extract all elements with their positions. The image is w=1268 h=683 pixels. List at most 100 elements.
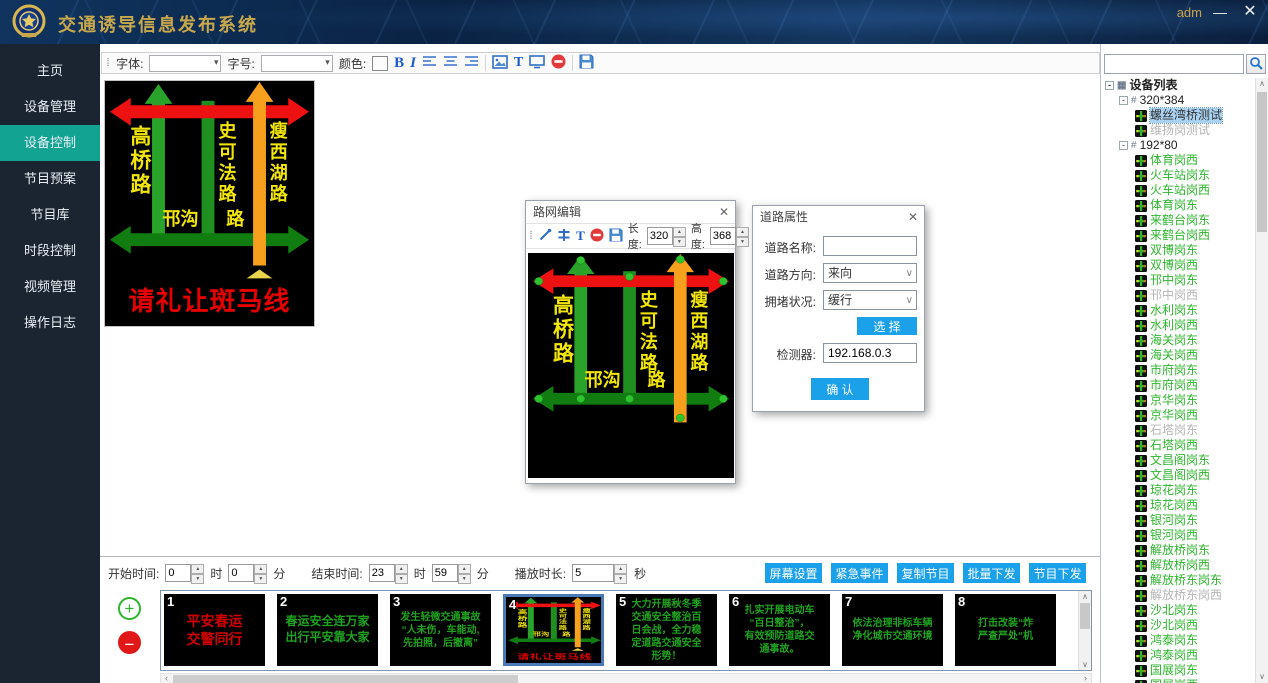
device-tree-item[interactable]: 鸿泰岗东 bbox=[1103, 633, 1254, 648]
font-family-select[interactable]: ▾ bbox=[149, 55, 221, 72]
device-tree-item[interactable]: 水利岗东 bbox=[1103, 303, 1254, 318]
detector-input[interactable] bbox=[823, 343, 917, 363]
device-tree-item[interactable]: 国展岗东 bbox=[1103, 663, 1254, 678]
start-minute-input[interactable] bbox=[228, 564, 254, 582]
device-tree-item[interactable]: 琼花岗西 bbox=[1103, 498, 1254, 513]
insert-text-icon[interactable]: T bbox=[576, 228, 585, 244]
device-tree-item[interactable]: 来鹤台岗东 bbox=[1103, 213, 1254, 228]
device-tree-item[interactable]: 银河岗西 bbox=[1103, 528, 1254, 543]
sidebar-item[interactable]: 设备管理 bbox=[0, 89, 100, 125]
sidebar-item[interactable]: 视频管理 bbox=[0, 269, 100, 305]
scrollbar-thumb[interactable] bbox=[1080, 603, 1090, 629]
spin-up-icon[interactable]: ▲ bbox=[191, 564, 204, 574]
save-icon[interactable] bbox=[609, 228, 623, 245]
road-direction-select[interactable]: 来向∨ bbox=[823, 263, 917, 283]
device-tree-item[interactable]: 沙北岗东 bbox=[1103, 603, 1254, 618]
screen-layout-icon[interactable] bbox=[529, 55, 545, 72]
device-tree-item[interactable]: 解放桥东岗东 bbox=[1103, 573, 1254, 588]
device-tree-item[interactable]: 鸿泰岗西 bbox=[1103, 648, 1254, 663]
action-button[interactable]: 节目下发 bbox=[1029, 563, 1086, 583]
device-tree-item[interactable]: 邗中岗西 bbox=[1103, 288, 1254, 303]
height-input[interactable] bbox=[710, 227, 736, 245]
scroll-right-icon[interactable]: › bbox=[1080, 674, 1091, 683]
duration-stepper[interactable]: ▲▼ bbox=[572, 564, 628, 582]
road-name-input[interactable] bbox=[823, 236, 917, 256]
device-tree-item[interactable]: 水利岗西 bbox=[1103, 318, 1254, 333]
collapse-icon[interactable]: - bbox=[1119, 96, 1128, 105]
device-tree-item[interactable]: 京华岗东 bbox=[1103, 393, 1254, 408]
collapse-icon[interactable]: - bbox=[1119, 141, 1128, 150]
scrollbar-thumb[interactable] bbox=[173, 675, 518, 683]
align-center-icon[interactable] bbox=[443, 55, 458, 71]
playlist-thumbnail[interactable]: 3 发生轻微交通事故“人未伤，车能动,先拍照，后撤离” bbox=[390, 594, 491, 666]
scroll-up-icon[interactable]: ∧ bbox=[1079, 591, 1091, 602]
dialog-titlebar[interactable]: 路网编辑 ✕ bbox=[526, 201, 735, 223]
duration-input[interactable] bbox=[572, 564, 614, 582]
device-search-input[interactable] bbox=[1104, 54, 1244, 74]
start-minute-stepper[interactable]: ▲▼ bbox=[228, 564, 267, 582]
spin-up-icon[interactable]: ▲ bbox=[254, 564, 267, 574]
delete-stop-icon[interactable] bbox=[551, 54, 566, 72]
length-stepper[interactable]: ▲▼ bbox=[647, 227, 686, 245]
sidebar-item[interactable]: 时段控制 bbox=[0, 233, 100, 269]
insert-image-icon[interactable] bbox=[492, 55, 508, 72]
device-tree-item[interactable]: 琼花岗东 bbox=[1103, 483, 1254, 498]
spin-down-icon[interactable]: ▼ bbox=[458, 574, 471, 584]
device-tree-item[interactable]: 体育岗西 bbox=[1103, 153, 1254, 168]
scroll-left-icon[interactable]: ‹ bbox=[161, 674, 172, 683]
toolbar-grip[interactable]: ⁞⁞ bbox=[529, 230, 531, 242]
action-button[interactable]: 复制节目 bbox=[897, 563, 954, 583]
device-tree-item[interactable]: 解放桥岗西 bbox=[1103, 558, 1254, 573]
remove-program-button[interactable]: − bbox=[118, 631, 141, 654]
device-tree-item[interactable]: 文昌阁岗东 bbox=[1103, 453, 1254, 468]
align-left-icon[interactable] bbox=[422, 55, 437, 71]
playlist-vertical-scrollbar[interactable]: ∧ ∨ bbox=[1078, 591, 1091, 670]
delete-stop-icon[interactable] bbox=[590, 228, 604, 245]
spin-down-icon[interactable]: ▼ bbox=[673, 237, 686, 247]
dialog-titlebar[interactable]: 道路属性 ✕ bbox=[753, 206, 924, 228]
height-stepper[interactable]: ▲▼ bbox=[710, 227, 749, 245]
scrollbar-thumb[interactable] bbox=[1257, 92, 1267, 232]
insert-text-icon[interactable]: T bbox=[514, 55, 523, 71]
device-tree-item[interactable]: 石塔岗西 bbox=[1103, 438, 1254, 453]
sidebar-item[interactable]: 操作日志 bbox=[0, 305, 100, 341]
device-tree-item[interactable]: 来鹤台岗西 bbox=[1103, 228, 1254, 243]
scroll-down-icon[interactable]: ∨ bbox=[1256, 671, 1268, 683]
device-tree-item[interactable]: 螺丝湾桥测试 bbox=[1103, 108, 1254, 123]
device-tree-item[interactable]: 海关岗西 bbox=[1103, 348, 1254, 363]
playlist-thumbnail[interactable]: 4 高桥路 史可法路 瘦西湖路 邗沟 路 请礼让斑马线 bbox=[503, 594, 604, 666]
device-tree-item[interactable]: 京华岗西 bbox=[1103, 408, 1254, 423]
spin-down-icon[interactable]: ▼ bbox=[191, 574, 204, 584]
device-tree-item[interactable]: 市府岗东 bbox=[1103, 363, 1254, 378]
end-hour-stepper[interactable]: ▲▼ bbox=[369, 564, 408, 582]
device-tree-item[interactable]: 体育岗东 bbox=[1103, 198, 1254, 213]
device-tree-item[interactable]: 石塔岗东 bbox=[1103, 423, 1254, 438]
device-tree-item[interactable]: 双博岗东 bbox=[1103, 243, 1254, 258]
end-minute-input[interactable] bbox=[432, 564, 458, 582]
device-tree-item[interactable]: 市府岗西 bbox=[1103, 378, 1254, 393]
road-node-icon[interactable] bbox=[557, 228, 571, 245]
action-button[interactable]: 紧急事件 bbox=[831, 563, 888, 583]
close-icon[interactable]: ✕ bbox=[908, 206, 918, 228]
confirm-button[interactable]: 确 认 bbox=[811, 378, 869, 400]
tree-root[interactable]: - ▦ 设备列表 bbox=[1103, 78, 1254, 93]
device-tree-item[interactable]: 火车站岗西 bbox=[1103, 183, 1254, 198]
minimize-button[interactable]: — bbox=[1208, 2, 1232, 22]
start-hour-stepper[interactable]: ▲▼ bbox=[165, 564, 204, 582]
dialog-sign-slot[interactable]: 高桥路 史可法路 瘦西湖路 邗沟 路 bbox=[528, 253, 734, 478]
device-tree-item[interactable]: 双博岗西 bbox=[1103, 258, 1254, 273]
playlist-horizontal-scrollbar[interactable]: ‹ › bbox=[160, 673, 1092, 683]
search-button[interactable] bbox=[1246, 54, 1266, 74]
sidebar-item[interactable]: 主页 bbox=[0, 53, 100, 89]
add-program-button[interactable]: + bbox=[118, 597, 141, 620]
scroll-down-icon[interactable]: ∨ bbox=[1079, 659, 1091, 670]
end-minute-stepper[interactable]: ▲▼ bbox=[432, 564, 471, 582]
device-tree-item[interactable]: 银河岗东 bbox=[1103, 513, 1254, 528]
spin-down-icon[interactable]: ▼ bbox=[254, 574, 267, 584]
action-button[interactable]: 批量下发 bbox=[963, 563, 1020, 583]
sidebar-item[interactable]: 设备控制 bbox=[0, 125, 100, 161]
device-tree-item[interactable]: 火车站岗东 bbox=[1103, 168, 1254, 183]
spin-down-icon[interactable]: ▼ bbox=[614, 574, 627, 584]
bold-button[interactable]: B bbox=[394, 55, 404, 72]
playlist-thumbnail[interactable]: 7 依法治理非标车辆净化城市交通环境 bbox=[842, 594, 943, 666]
